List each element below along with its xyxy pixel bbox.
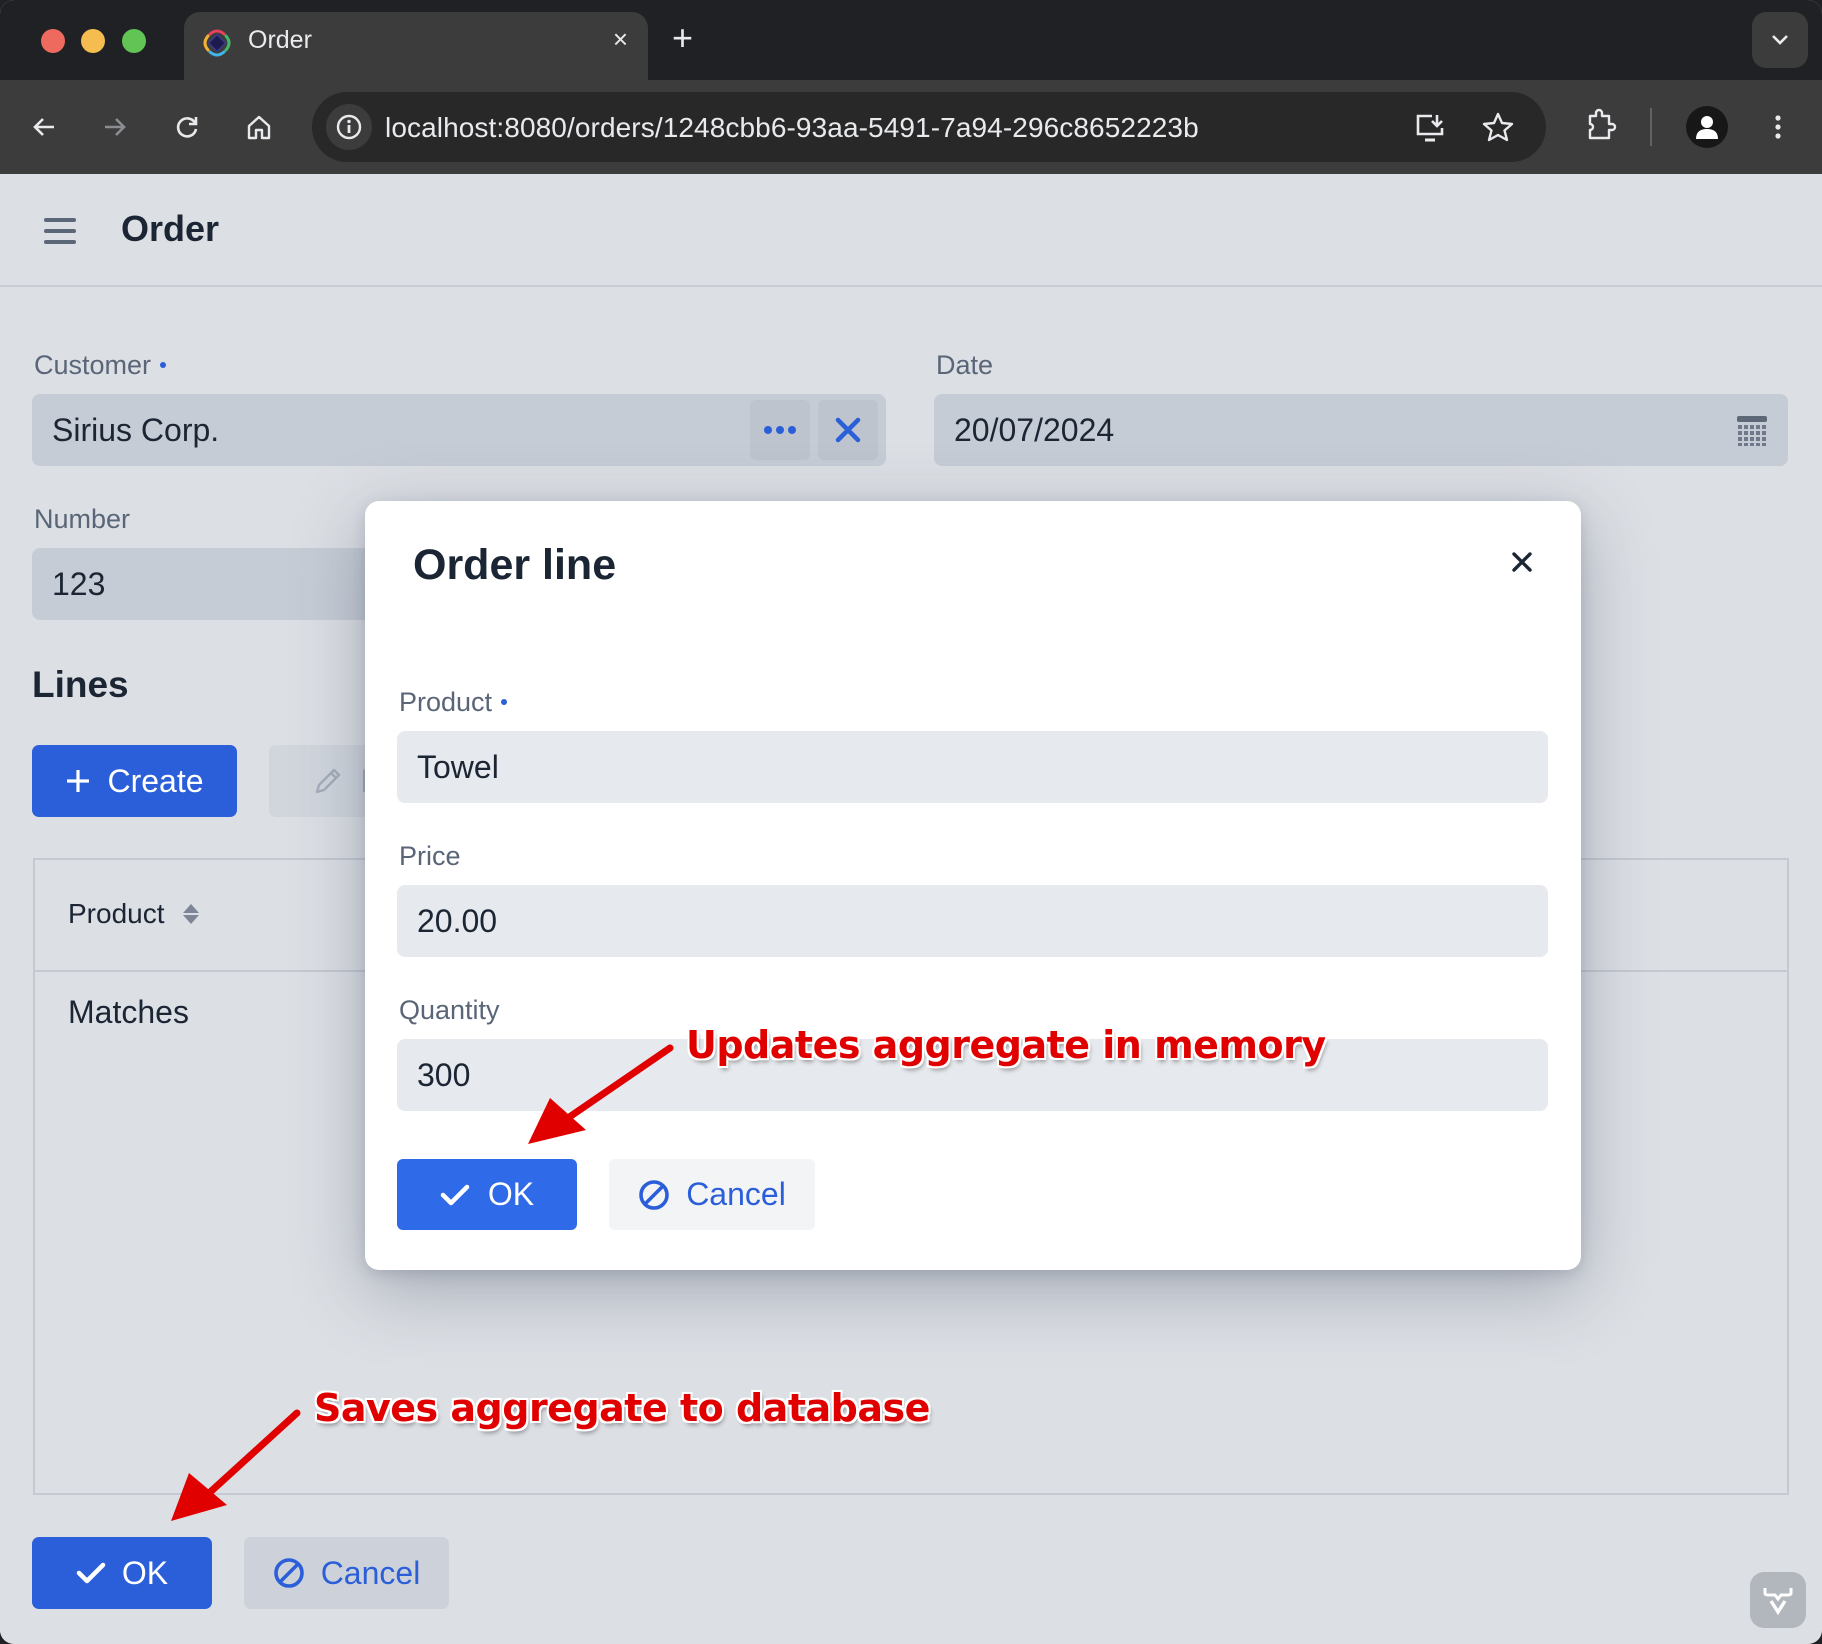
number-value: 123 — [52, 566, 106, 602]
dialog-ok-label: OK — [487, 1176, 535, 1212]
close-cancel-label: Cancel — [320, 1554, 421, 1591]
address-bar[interactable]: localhost:8080/orders/1248cbb6-93aa-5491… — [312, 92, 1546, 162]
product-value: Towel — [417, 749, 499, 785]
annotation-main-ok: Saves aggregate to database — [314, 1386, 930, 1430]
profile-button[interactable] — [1686, 106, 1728, 148]
customer-label: Customer — [34, 350, 167, 381]
date-label: Date — [936, 350, 994, 380]
product-label-text: Product — [399, 687, 493, 717]
tab-close-icon[interactable]: × — [613, 24, 628, 54]
dialog-close-button[interactable] — [1505, 545, 1539, 579]
tab-title: Order — [248, 26, 312, 54]
customer-clear-button[interactable] — [818, 400, 878, 460]
order-line-dialog: Order line Product Towel Price 20.00 Qua… — [365, 501, 1581, 1270]
required-indicator — [501, 698, 508, 705]
price-label: Price — [399, 841, 461, 871]
sort-icon[interactable] — [182, 904, 199, 924]
info-icon — [336, 114, 362, 140]
annotation-dialog-ok: Updates aggregate in memory — [686, 1023, 1326, 1067]
extensions-icon[interactable] — [1582, 108, 1618, 144]
home-button[interactable] — [236, 104, 282, 150]
bookmark-star-icon[interactable] — [1480, 110, 1516, 146]
dialog-title: Order line — [413, 541, 617, 589]
create-line-button[interactable]: Create — [32, 745, 237, 817]
price-value: 20.00 — [417, 903, 498, 939]
hamburger-icon-line — [44, 218, 76, 222]
forward-button[interactable] — [92, 104, 138, 150]
quantity-label: Quantity — [399, 995, 500, 1025]
checkmark-icon — [440, 1184, 470, 1205]
vaadin-logo-icon — [1763, 1588, 1793, 1615]
install-app-icon[interactable] — [1412, 110, 1448, 146]
app-header: Order — [0, 174, 1822, 287]
date-value: 20/07/2024 — [954, 412, 1115, 448]
product-label: Product — [399, 687, 508, 718]
reload-button[interactable] — [164, 104, 210, 150]
column-header-label: Product — [68, 898, 165, 929]
plus-icon — [67, 770, 90, 792]
pencil-icon — [316, 768, 341, 794]
save-ok-button[interactable]: OK — [32, 1537, 212, 1609]
dialog-ok-button[interactable]: OK — [397, 1159, 577, 1230]
site-info-button[interactable] — [326, 104, 372, 150]
quantity-value: 300 — [417, 1057, 471, 1093]
save-ok-label: OK — [121, 1554, 169, 1591]
dialog-cancel-label: Cancel — [686, 1176, 786, 1212]
tab-bar: Order × + — [0, 0, 1822, 82]
required-indicator — [160, 361, 167, 368]
hamburger-icon-line — [44, 240, 76, 244]
customer-field[interactable]: Sirius Corp. — [32, 394, 886, 466]
new-tab-button[interactable]: + — [672, 18, 693, 58]
hamburger-icon-line — [44, 229, 76, 233]
browser-menu-button[interactable] — [1755, 104, 1801, 150]
chevron-down-icon — [1772, 35, 1788, 45]
close-cancel-button[interactable]: Cancel — [244, 1537, 449, 1609]
forward-arrow-icon — [105, 118, 126, 136]
number-label: Number — [34, 504, 131, 534]
reload-icon — [176, 117, 198, 138]
clear-x-icon — [835, 417, 861, 443]
customer-value: Sirius Corp. — [52, 412, 220, 448]
toolbar-divider — [1650, 108, 1652, 146]
url-text[interactable]: localhost:8080/orders/1248cbb6-93aa-5491… — [385, 112, 1199, 144]
calendar-icon[interactable] — [1736, 413, 1768, 447]
checkmark-icon — [76, 1562, 106, 1584]
back-arrow-icon — [33, 118, 54, 136]
date-field[interactable]: 20/07/2024 — [934, 394, 1788, 466]
dialog-cancel-button[interactable]: Cancel — [609, 1159, 815, 1230]
browser-window: Order × + localhost:8080/orders/1248cbb6… — [0, 0, 1822, 1644]
ellipsis-icon — [764, 426, 796, 434]
customer-label-text: Customer — [34, 350, 152, 380]
dev-tools-button[interactable] — [1750, 1572, 1806, 1628]
price-field[interactable]: 20.00 — [397, 885, 1548, 957]
close-icon — [1512, 552, 1532, 572]
tab-search-button[interactable] — [1752, 12, 1808, 68]
home-icon — [247, 115, 271, 140]
drawer-toggle-button[interactable] — [44, 218, 76, 244]
product-field[interactable]: Towel — [397, 731, 1548, 803]
back-button[interactable] — [21, 104, 67, 150]
cancel-ban-icon — [273, 1558, 304, 1588]
product-cell: Matches — [68, 994, 189, 1030]
menu-kebab-icon — [1775, 115, 1781, 139]
jmix-logo-icon — [203, 29, 231, 57]
page-title: Order — [121, 208, 220, 249]
browser-toolbar: localhost:8080/orders/1248cbb6-93aa-5491… — [0, 80, 1822, 174]
window-close-button[interactable] — [41, 29, 65, 53]
customer-lookup-button[interactable] — [750, 400, 810, 460]
lines-section-title: Lines — [32, 664, 129, 705]
browser-tab-order[interactable]: Order × — [184, 12, 648, 82]
window-minimize-button[interactable] — [81, 29, 105, 53]
profile-avatar-icon — [1696, 116, 1718, 139]
create-line-label: Create — [107, 762, 204, 799]
column-header-product[interactable]: Product — [68, 898, 199, 930]
cancel-ban-icon — [639, 1179, 669, 1210]
window-zoom-button[interactable] — [122, 29, 146, 53]
